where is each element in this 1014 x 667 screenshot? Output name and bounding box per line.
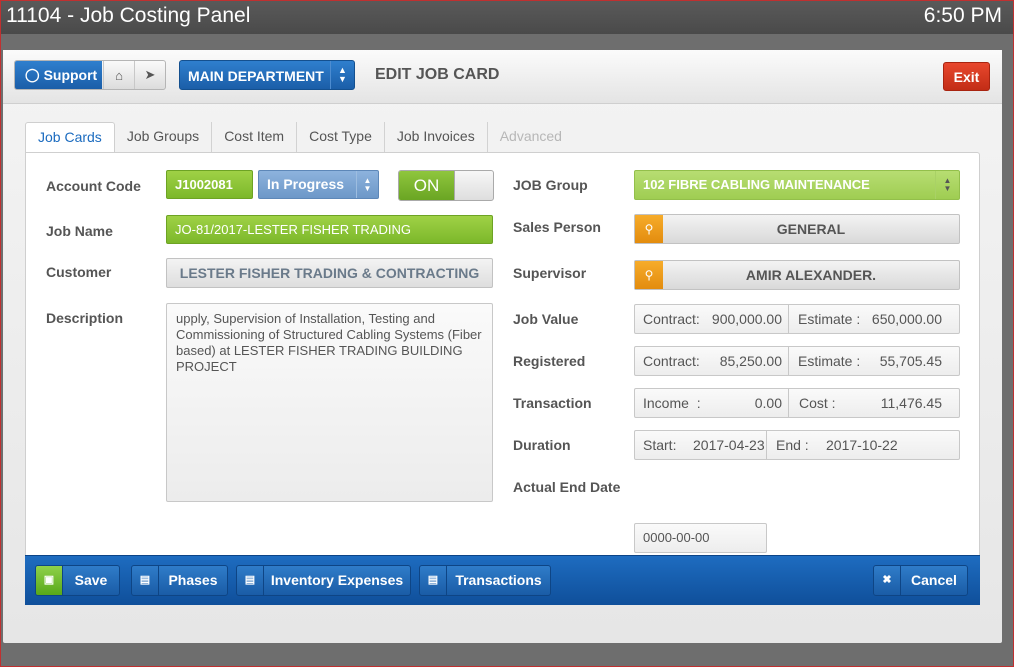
inventory-expenses-label: Inventory Expenses [270, 572, 404, 588]
status-value: In Progress [267, 176, 345, 192]
close-circle-icon: ✖ [874, 566, 901, 595]
description-label: Description [46, 310, 124, 326]
cost-value: 11,476.45 [880, 395, 942, 411]
job-group-select[interactable]: 102 FIBRE CABLING MAINTENANCE ▲ ▼ [634, 170, 960, 200]
supervisor-label: Supervisor [513, 265, 587, 281]
window-title: 11104 - Job Costing Panel [6, 4, 251, 27]
tag-icon[interactable]: ➤ [134, 61, 165, 89]
start-date: 2017-04-23 [693, 437, 765, 453]
duration-field[interactable]: Start: 2017-04-23 End : 2017-10-22 [634, 430, 960, 460]
save-label: Save [74, 572, 108, 588]
save-button[interactable]: ▣ Save [35, 565, 120, 596]
contract-value: 900,000.00 [711, 311, 782, 327]
transaction-field: Income : 0.00 Cost : 11,476.45 [634, 388, 960, 418]
end-date: 2017-10-22 [826, 437, 898, 453]
search-icon[interactable]: ⚲ [635, 261, 663, 289]
estimate-label: Estimate : [798, 311, 861, 327]
estimate-value: 650,000.00 [871, 311, 942, 327]
search-icon[interactable]: ⚲ [635, 215, 663, 243]
account-code-label: Account Code [46, 178, 141, 194]
job-name-field[interactable]: JO-81/2017-LESTER FISHER TRADING [166, 215, 493, 244]
tab-job-cards[interactable]: Job Cards [25, 122, 115, 153]
start-label: Start: [643, 437, 677, 453]
cost-label: Cost : [799, 395, 836, 411]
chevron-updown-icon: ▲ ▼ [330, 61, 354, 89]
registered-label: Registered [513, 353, 586, 369]
job-group-value: 102 FIBRE CABLING MAINTENANCE [643, 177, 870, 192]
chevron-updown-icon: ▲ ▼ [935, 171, 959, 199]
home-icon[interactable]: ⌂ [103, 61, 134, 89]
phases-button[interactable]: ▤ Phases [131, 565, 228, 596]
job-value-field[interactable]: Contract: 900,000.00 Estimate : 650,000.… [634, 304, 960, 334]
window-titlebar: 11104 - Job Costing Panel 6:50 PM [0, 0, 1014, 34]
account-code-field[interactable]: J1002081 [166, 170, 253, 199]
sales-person-value: GENERAL [776, 221, 846, 237]
estimate-value: 55,705.45 [879, 353, 942, 369]
sales-person-lookup[interactable]: ⚲ GENERAL [634, 214, 960, 244]
income-value: 0.00 [754, 395, 782, 411]
job-name-label: Job Name [46, 223, 113, 239]
contract-label: Contract: [643, 311, 700, 327]
document-icon: ▤ [420, 566, 447, 595]
contract-label: Contract: [643, 353, 700, 369]
transaction-label: Transaction [513, 395, 592, 411]
clock: 6:50 PM [923, 4, 1002, 27]
registered-field: Contract: 85,250.00 Estimate : 55,705.45 [634, 346, 960, 376]
cancel-label: Cancel [911, 572, 957, 588]
transactions-button[interactable]: ▤ Transactions [419, 565, 551, 596]
chevron-updown-icon: ▲ ▼ [356, 171, 378, 198]
sales-person-label: Sales Person [513, 219, 601, 235]
tab-cost-type[interactable]: Cost Type [297, 122, 385, 153]
inbox-tray-icon: ▣ [36, 566, 63, 595]
customer-label: Customer [46, 264, 112, 280]
exit-button[interactable]: Exit [943, 62, 990, 91]
job-value-label: Job Value [513, 311, 579, 327]
inventory-expenses-button[interactable]: ▤ Inventory Expenses [236, 565, 411, 596]
tab-advanced: Advanced [499, 128, 562, 144]
status-select[interactable]: In Progress ▲ ▼ [258, 170, 379, 199]
cancel-button[interactable]: ✖ Cancel [873, 565, 968, 596]
supervisor-value: AMIR ALEXANDER. [745, 267, 877, 283]
support-button[interactable]: ◯ Support [15, 61, 102, 89]
tab-job-invoices[interactable]: Job Invoices [385, 122, 488, 153]
description-textarea[interactable]: upply, Supervision of Installation, Test… [166, 303, 493, 502]
top-toolbar: ◯ Support ⌂ ➤ MAIN DEPARTMENT ▲ ▼ EDIT JO… [3, 50, 1002, 104]
phases-label: Phases [168, 572, 218, 588]
income-label: Income : [643, 395, 701, 411]
job-group-label: JOB Group [513, 177, 588, 193]
document-icon: ▤ [132, 566, 159, 595]
supervisor-lookup[interactable]: ⚲ AMIR ALEXANDER. [634, 260, 960, 290]
job-card-form: Account Code J1002081 In Progress ▲ ▼ ON … [25, 152, 980, 605]
tab-cost-item[interactable]: Cost Item [212, 122, 298, 153]
department-select[interactable]: MAIN DEPARTMENT ▲ ▼ [179, 60, 355, 90]
tab-bar: Job Cards Job Groups Cost Item Cost Type… [25, 122, 574, 153]
department-label: MAIN DEPARTMENT [188, 68, 324, 84]
job-costing-panel: ◯ Support ⌂ ➤ MAIN DEPARTMENT ▲ ▼ EDIT JO… [3, 50, 1002, 643]
end-label: End : [776, 437, 809, 453]
actual-end-date-label: Actual End Date [513, 479, 621, 495]
estimate-label: Estimate : [798, 353, 861, 369]
transactions-label: Transactions [455, 572, 542, 588]
footer-action-bar: ▣ Save ▤ Phases ▤ Inventory Expenses ▤ T… [25, 555, 980, 605]
customer-field[interactable]: LESTER FISHER TRADING & CONTRACTING [166, 258, 493, 288]
active-toggle[interactable]: ON [398, 170, 494, 201]
page-title: EDIT JOB CARD [375, 66, 500, 83]
actual-end-date-field[interactable]: 0000-00-00 [634, 523, 767, 553]
contract-value: 85,250.00 [719, 353, 782, 369]
support-button-group: ◯ Support ⌂ ➤ [14, 60, 166, 90]
lifebuoy-icon: ◯ [25, 67, 40, 82]
tab-job-groups[interactable]: Job Groups [115, 122, 213, 153]
support-label: Support [43, 67, 98, 83]
document-icon: ▤ [237, 566, 264, 595]
toggle-on-label: ON [399, 171, 455, 200]
duration-label: Duration [513, 437, 571, 453]
